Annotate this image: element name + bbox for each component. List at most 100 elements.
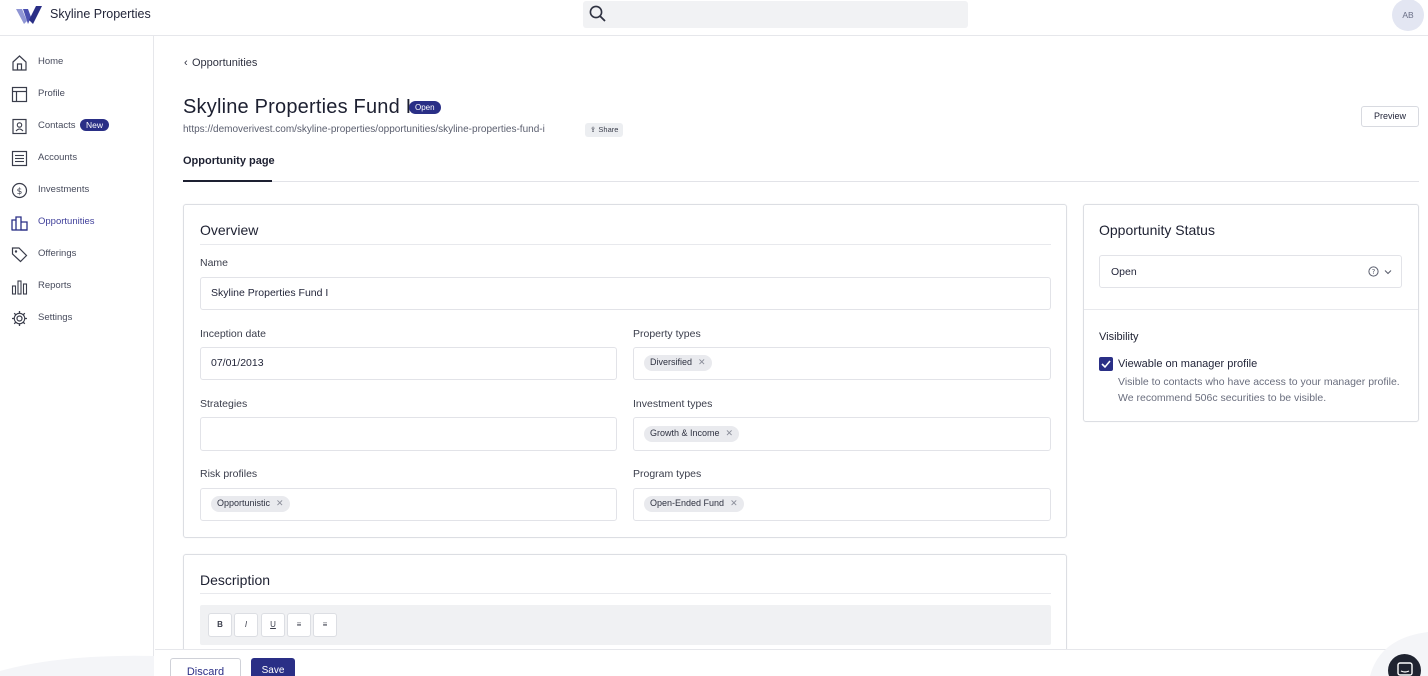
building-icon [11,216,28,231]
numbered-list-button[interactable]: ≡ [313,613,337,637]
chip-label: Diversified [650,357,693,367]
search-icon [589,5,606,22]
home-icon [12,55,27,71]
top-bar: Skyline Properties AB [0,0,1428,36]
strategies-field[interactable] [200,417,617,451]
strategies-label: Strategies [200,398,248,410]
sidebar-item-label: Home [38,56,64,67]
investment-type-chip[interactable]: Growth & Income ✕ [644,426,740,442]
divider [1084,309,1418,310]
share-button[interactable]: ⇪ Share [585,123,624,137]
name-value: Skyline Properties Fund I [211,287,329,299]
inception-date-field[interactable]: 07/01/2013 [200,347,617,380]
remove-chip-icon[interactable]: ✕ [726,428,734,438]
breadcrumb[interactable]: ‹ Opportunities [184,57,257,69]
italic-button[interactable]: I [234,613,258,637]
property-types-label: Property types [633,328,701,340]
page-title: Skyline Properties Fund I [183,96,412,118]
status-select[interactable]: Open ? [1099,255,1402,288]
divider [200,593,1051,594]
decorative-wave [0,655,154,676]
sidebar-item-label: Settings [38,312,73,323]
preview-button[interactable]: Preview [1361,106,1419,127]
save-button[interactable]: Save [251,658,295,676]
property-type-chip[interactable]: Diversified ✕ [644,355,712,371]
name-label: Name [200,257,229,269]
share-label: Share [598,125,619,134]
sidebar-item-label: Profile [38,88,65,99]
name-field[interactable]: Skyline Properties Fund I [200,277,1051,310]
remove-chip-icon[interactable]: ✕ [276,498,284,508]
remove-chip-icon[interactable]: ✕ [730,498,738,508]
investment-types-field[interactable]: Growth & Income ✕ [633,417,1051,451]
sidebar-item-label: Reports [38,280,72,291]
checkmark-icon [1101,360,1111,369]
chip-label: Open-Ended Fund [650,498,725,508]
dollar-icon: $ [11,182,28,199]
sidebar-item-home[interactable]: Home [0,46,153,78]
sidebar-item-label: Investments [38,184,90,195]
remove-chip-icon[interactable]: ✕ [698,357,706,367]
bullet-list-button[interactable]: ≡ [287,613,311,637]
sidebar-item-opportunities[interactable]: Opportunities [0,206,153,238]
chevron-down-icon[interactable] [1383,267,1393,277]
sidebar-item-accounts[interactable]: Accounts [0,142,153,174]
risk-profile-chip[interactable]: Opportunistic ✕ [211,496,290,512]
chip-label: Opportunistic [217,498,271,508]
risk-profiles-label: Risk profiles [200,468,258,480]
tag-icon [11,247,28,263]
contacts-icon [12,118,27,135]
overview-title: Overview [200,222,259,238]
tabs-divider [183,181,1419,182]
footer-bar [155,649,1428,676]
tab-opportunity-page[interactable]: Opportunity page [183,155,275,167]
description-title: Description [200,572,271,588]
chat-icon [1397,662,1413,676]
viewable-checkbox[interactable] [1099,357,1113,371]
gear-icon [12,311,27,326]
sidebar-item-label: Contacts [38,120,76,131]
sidebar: Home Profile Contacts New Accounts $ Inv… [0,36,154,676]
visibility-label: Visibility [1099,331,1139,343]
help-icon[interactable]: ? [1368,266,1379,277]
brand-name[interactable]: Skyline Properties [50,7,151,21]
divider [200,244,1051,245]
viewable-checkbox-label[interactable]: Viewable on manager profile [1118,358,1257,370]
user-avatar[interactable]: AB [1392,0,1424,31]
program-type-chip[interactable]: Open-Ended Fund ✕ [644,496,744,512]
chip-label: Growth & Income [650,428,720,438]
sidebar-item-label: Opportunities [38,216,95,227]
new-badge: New [80,119,110,131]
sidebar-item-contacts[interactable]: Contacts New [0,110,153,142]
active-tab-indicator [183,180,272,182]
status-select-value: Open [1111,266,1137,278]
sidebar-item-label: Offerings [38,248,77,259]
program-types-label: Program types [633,468,702,480]
status-card-title: Opportunity Status [1099,222,1215,238]
risk-profiles-field[interactable]: Opportunistic ✕ [200,488,617,521]
sidebar-item-offerings[interactable]: Offerings [0,238,153,270]
sidebar-item-settings[interactable]: Settings [0,302,153,334]
editor-toolbar: B I U ≡ ≡ [200,605,1051,645]
opportunity-url: https://demoverivest.com/skyline-propert… [183,124,545,135]
investment-types-label: Investment types [633,398,713,410]
search-input[interactable] [583,1,968,28]
svg-text:?: ? [1372,268,1376,276]
status-badge: Open [409,101,441,114]
bold-button[interactable]: B [208,613,232,637]
program-types-field[interactable]: Open-Ended Fund ✕ [633,488,1051,521]
underline-button[interactable]: U [261,613,285,637]
accounts-icon [11,150,28,167]
breadcrumb-label: Opportunities [192,57,258,69]
discard-button[interactable]: Discard [170,658,241,676]
property-types-field[interactable]: Diversified ✕ [633,347,1051,380]
viewable-help-text: Visible to contacts who have access to y… [1118,376,1400,404]
bar-chart-icon [11,280,28,295]
sidebar-item-investments[interactable]: $ Investments [0,174,153,206]
inception-date-label: Inception date [200,328,266,340]
sidebar-item-profile[interactable]: Profile [0,78,153,110]
sidebar-item-reports[interactable]: Reports [0,270,153,302]
sidebar-item-label: Accounts [38,152,78,163]
svg-text:$: $ [17,187,23,197]
chevron-left-icon: ‹ [184,57,188,69]
